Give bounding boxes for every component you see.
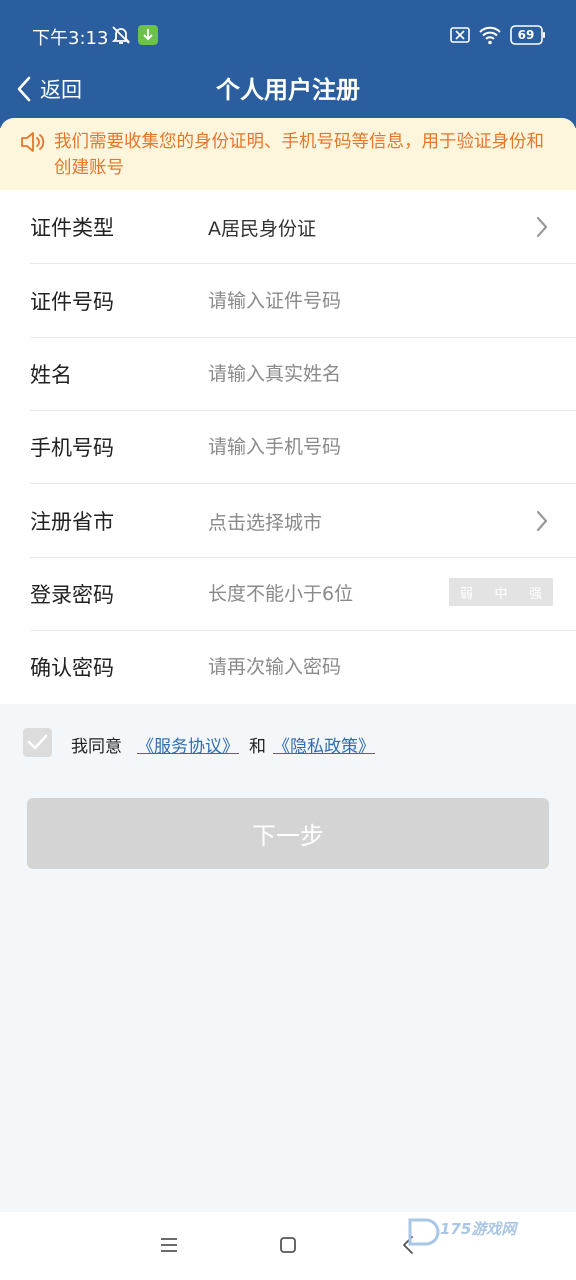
next-step-button[interactable]: 下一步 [27,798,549,869]
agree-and: 和 [249,737,266,757]
name-input[interactable] [208,355,438,393]
nav-bar: 个人用户注册 返回 [0,66,576,112]
city-value: 点击选择城市 [208,512,323,534]
no-sim-icon [450,27,470,43]
confirm-password-input[interactable] [208,648,438,686]
agree-checkbox[interactable] [23,728,52,757]
check-icon [27,734,48,750]
password-row: 登录密码 弱 中 强 [0,557,576,631]
back-label: 返回 [40,78,82,102]
menu-icon[interactable] [159,1236,179,1254]
city-row[interactable]: 注册省市 点击选择城市 [0,484,576,558]
id-number-label: 证件号码 [30,290,114,314]
password-label: 登录密码 [30,583,114,607]
notice-text: 我们需要收集您的身份证明、手机号码等信息，用于验证身份和创建账号 [54,132,544,178]
confirm-password-label: 确认密码 [30,656,114,680]
phone-label: 手机号码 [30,436,114,460]
chevron-left-icon [17,76,31,102]
strength-strong: 强 [529,586,543,602]
id-number-input[interactable] [208,282,438,320]
id-number-row: 证件号码 [0,264,576,338]
home-icon[interactable] [279,1236,297,1254]
battery-level: 69 [517,28,535,42]
strength-medium: 中 [494,586,508,602]
back-button[interactable]: 返回 [14,70,104,108]
city-label: 注册省市 [30,510,114,534]
speaker-icon [21,132,45,152]
status-time: 下午3:13 [32,28,109,49]
header: 下午3:13 69 个人用户注册 返回 [0,0,576,128]
privacy-policy-link[interactable]: 《隐私政策》 [273,732,375,757]
id-type-row[interactable]: 证件类型 A居民身份证 [0,190,576,264]
password-strength-meter: 弱 中 强 [449,578,553,606]
download-icon [138,25,158,45]
watermark-text: 175游戏网 [440,1220,517,1238]
phone-row: 手机号码 [0,410,576,484]
name-row: 姓名 [0,337,576,411]
status-bar: 下午3:13 69 [0,0,576,70]
chevron-right-icon [536,510,548,532]
confirm-password-row: 确认密码 [0,630,576,704]
service-agreement-link[interactable]: 《服务协议》 [137,732,239,757]
agreement-row: 我同意 《服务协议》 和 《隐私政策》 [0,722,576,766]
wifi-icon [479,26,501,45]
name-label: 姓名 [30,363,72,387]
agree-prefix: 我同意 [71,737,122,757]
chevron-right-icon [536,216,548,238]
strength-weak: 弱 [459,586,473,602]
bell-muted-icon [111,26,131,44]
id-type-value: A居民身份证 [208,218,316,240]
privacy-notice: 我们需要收集您的身份证明、手机号码等信息，用于验证身份和创建账号 [0,118,576,190]
phone-input[interactable] [208,428,438,466]
id-type-label: 证件类型 [30,216,114,240]
registration-form: 证件类型 A居民身份证 证件号码 姓名 手机号码 注册省市 点击选择城市 登录密… [0,190,576,704]
password-input[interactable] [208,575,438,613]
